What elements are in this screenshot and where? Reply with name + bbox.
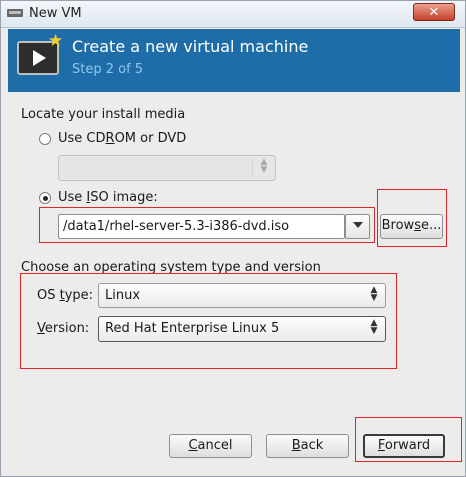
window-title: New VM xyxy=(29,6,82,21)
updown-arrows-icon: ▲ ▼ xyxy=(260,157,268,175)
iso-history-dropdown-button[interactable] xyxy=(345,214,370,239)
iso-radio[interactable] xyxy=(39,192,51,204)
back-button[interactable]: Back xyxy=(266,434,349,458)
star-icon: ★ xyxy=(48,31,64,51)
new-vm-window: New VM ✕ ★ Create a new virtual machine … xyxy=(0,0,466,477)
cdrom-radio[interactable] xyxy=(39,133,51,145)
os-type-select[interactable]: Linux ▲ ▼ xyxy=(98,283,386,308)
wizard-title: Create a new virtual machine xyxy=(72,37,309,56)
wizard-step: Step 2 of 5 xyxy=(72,62,144,77)
cdrom-device-select: ▲ ▼ xyxy=(58,155,276,181)
browse-button[interactable]: Browse... xyxy=(380,214,443,239)
close-button[interactable]: ✕ xyxy=(413,3,455,21)
cdrom-radio-label[interactable]: Use CDROM or DVD xyxy=(58,131,186,146)
os-section-heading: Choose an operating system type and vers… xyxy=(21,260,321,275)
title-bar[interactable]: New VM ✕ xyxy=(1,1,465,28)
iso-radio-label[interactable]: Use ISO image: xyxy=(58,190,158,205)
version-select[interactable]: Red Hat Enterprise Linux 5 ▲ ▼ xyxy=(98,316,386,342)
updown-arrows-icon: ▲ ▼ xyxy=(370,285,378,303)
install-media-heading: Locate your install media xyxy=(21,107,186,122)
version-label: Version: xyxy=(37,321,90,336)
vm-window-icon xyxy=(7,9,23,17)
updown-arrows-icon: ▲ ▼ xyxy=(370,318,378,336)
wizard-header: ★ Create a new virtual machine Step 2 of… xyxy=(8,29,460,92)
play-icon xyxy=(33,50,46,66)
forward-button[interactable]: Forward xyxy=(363,434,445,458)
new-vm-icon: ★ xyxy=(17,33,63,75)
close-icon: ✕ xyxy=(428,5,440,20)
iso-path-input[interactable]: /data1/rhel-server-5.3-i386-dvd.iso xyxy=(58,214,345,239)
cancel-button[interactable]: Cancel xyxy=(169,434,252,458)
chevron-down-icon xyxy=(353,222,363,228)
os-type-label: OS type: xyxy=(37,288,94,303)
